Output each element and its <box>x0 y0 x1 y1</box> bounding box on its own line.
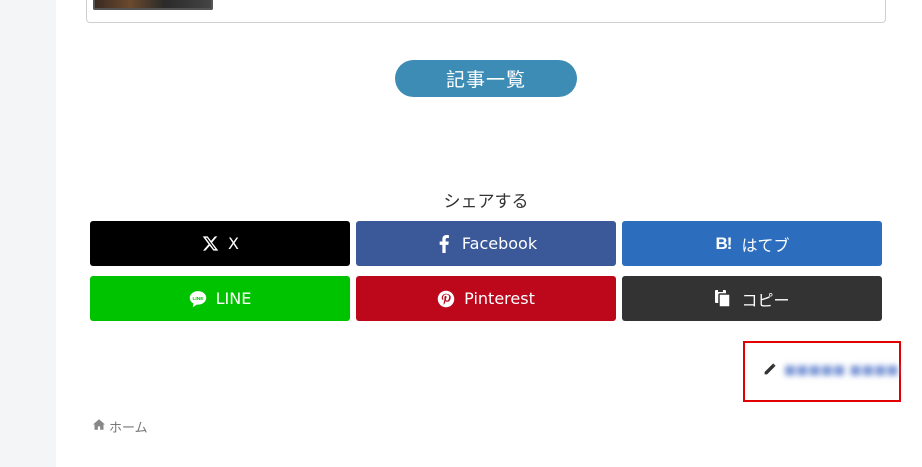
share-title: シェアする <box>443 192 529 212</box>
edit-link[interactable]: ■■■■■ ■■■■ <box>763 361 899 380</box>
facebook-icon <box>435 234 453 253</box>
pinterest-icon <box>437 290 455 308</box>
share-hatena-button[interactable]: B! はてブ <box>622 221 882 266</box>
breadcrumb-home-link[interactable]: ホーム <box>109 417 148 436</box>
copy-icon <box>714 289 732 308</box>
related-article-card[interactable] <box>86 0 886 23</box>
pencil-icon <box>763 361 776 380</box>
edit-highlight-box: ■■■■■ ■■■■ <box>743 341 901 402</box>
share-x-button[interactable]: X <box>90 221 350 266</box>
share-hatena-label: はてブ <box>741 235 790 255</box>
breadcrumb: ホーム <box>93 417 148 436</box>
main-content: 記事一覧 シェアする X Facebook B! はてブ LINE LINE P… <box>56 0 922 467</box>
x-logo-icon <box>201 235 219 253</box>
share-copy-button[interactable]: コピー <box>622 276 882 321</box>
related-article-thumbnail[interactable] <box>93 0 213 10</box>
share-x-label: X <box>228 234 239 253</box>
share-facebook-label: Facebook <box>461 234 538 253</box>
share-line-button[interactable]: LINE LINE <box>90 276 350 321</box>
share-line-label: LINE <box>215 289 252 308</box>
home-icon <box>93 419 105 434</box>
hatena-bookmark-icon: B! <box>715 233 733 253</box>
share-pinterest-button[interactable]: Pinterest <box>356 276 616 321</box>
share-copy-label: コピー <box>741 290 790 310</box>
article-list-button[interactable]: 記事一覧 <box>395 60 577 97</box>
svg-text:LINE: LINE <box>192 295 204 301</box>
edit-link-text[interactable]: ■■■■■ ■■■■ <box>784 363 899 378</box>
share-pinterest-label: Pinterest <box>464 289 535 308</box>
line-icon: LINE <box>189 290 207 308</box>
share-facebook-button[interactable]: Facebook <box>356 221 616 266</box>
